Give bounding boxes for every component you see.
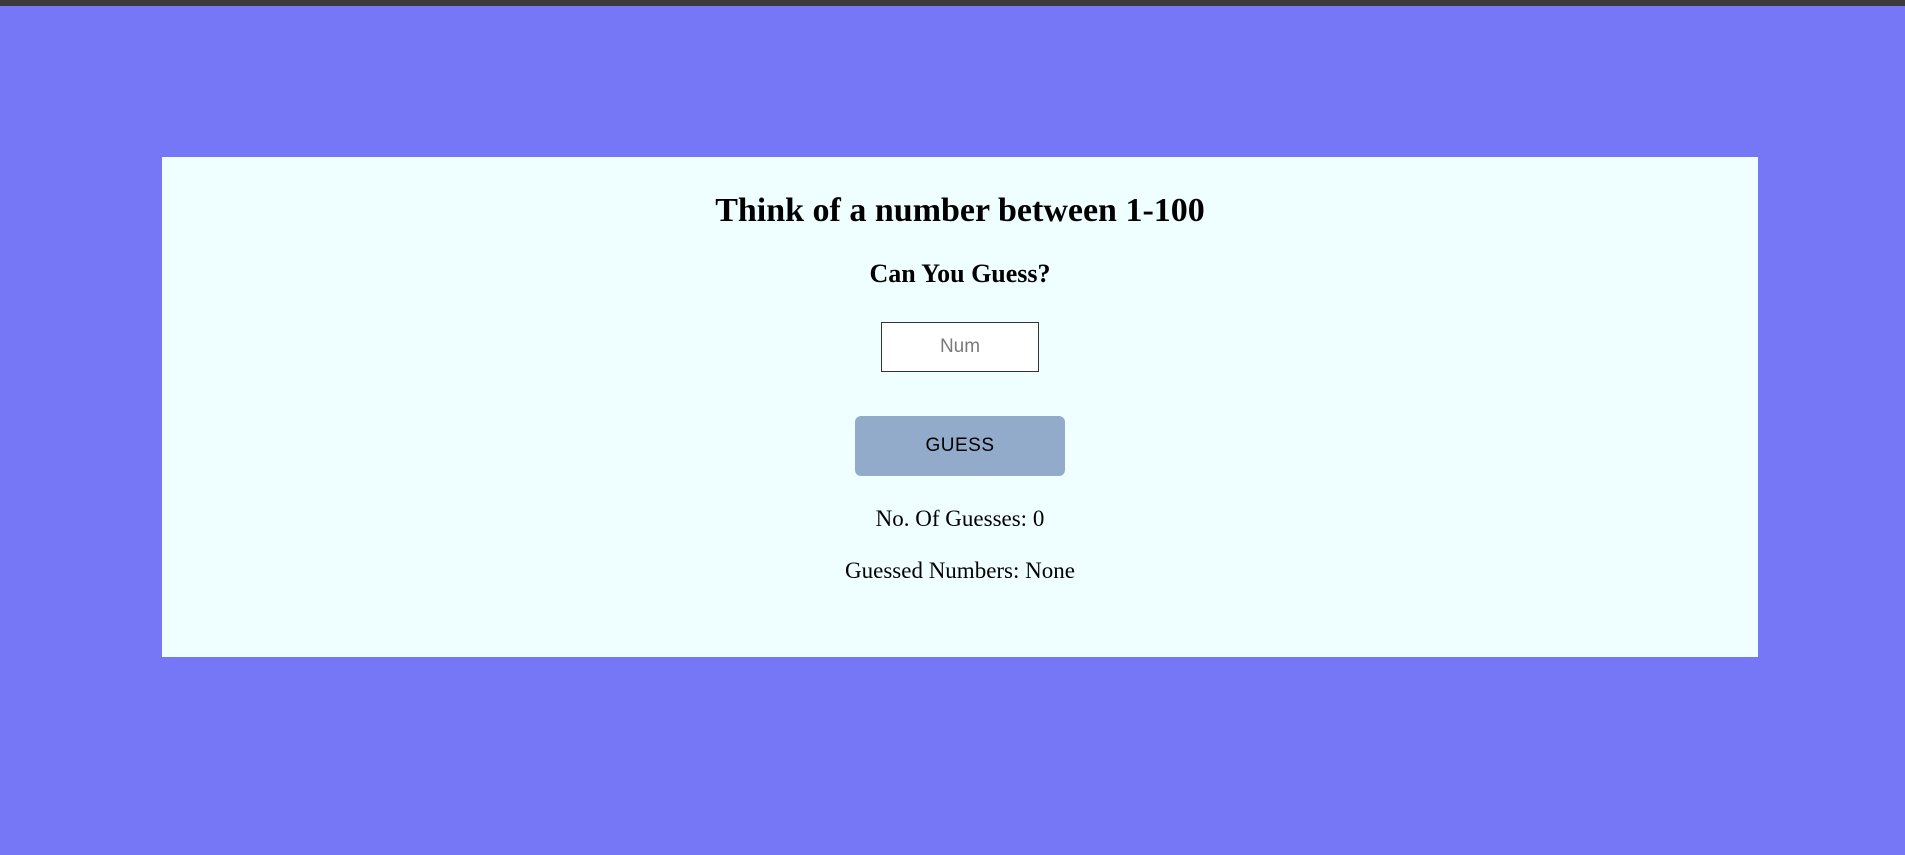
game-card: Think of a number between 1-100 Can You … [162,157,1758,657]
page-title: Think of a number between 1-100 [715,192,1205,229]
browser-top-bar [0,0,1905,6]
guessed-numbers-text: Guessed Numbers: None [162,556,1758,586]
guess-count-text: No. Of Guesses: 0 [162,504,1758,534]
guess-number-input[interactable] [881,322,1039,372]
guessed-numbers-label: Guessed Numbers: [845,558,1026,583]
guess-count-value: 0 [1032,506,1045,531]
guess-button[interactable]: GUESS [855,416,1065,476]
guessed-numbers-value: None [1025,558,1075,583]
page-subtitle: Can You Guess? [869,259,1051,288]
guess-count-label: No. Of Guesses: [875,506,1033,531]
